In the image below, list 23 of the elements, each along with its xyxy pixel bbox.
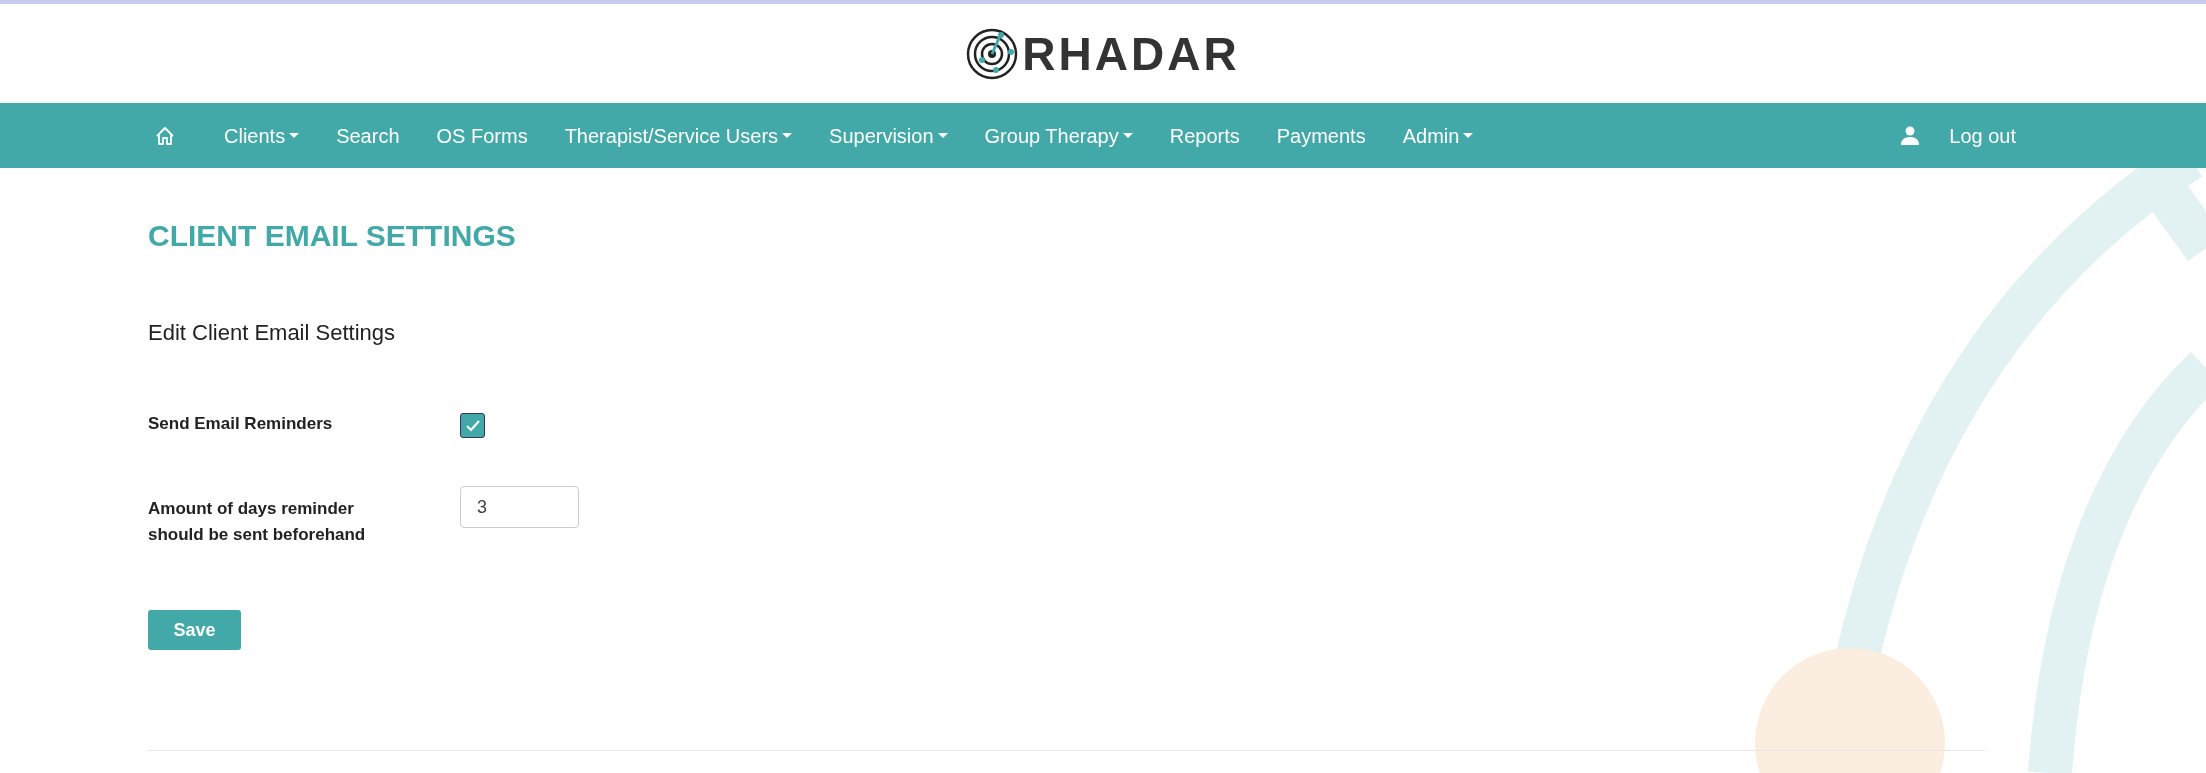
page-title: CLIENT EMAIL SETTINGS — [148, 218, 517, 254]
logo-text: RHADAR — [1022, 30, 1240, 77]
section-subtitle: Edit Client Email Settings — [148, 319, 396, 347]
field-label: Amount of days reminder should be sent beforehand — [148, 498, 367, 546]
days-input-field[interactable]: 3 — [460, 486, 579, 528]
nav-link[interactable]: Payments — [1276, 120, 1366, 151]
user-icon[interactable] — [1901, 126, 1920, 145]
check-icon — [464, 418, 481, 433]
nav-link[interactable]: OS Forms — [436, 120, 528, 151]
radar-logo-icon — [966, 27, 1019, 80]
nav-dropdown[interactable]: Therapist/Service Users — [564, 120, 793, 151]
logo[interactable]: RHADAR — [966, 27, 1240, 80]
nav-link[interactable]: Reports — [1169, 120, 1240, 151]
nav-dropdown[interactable]: Group Therapy — [984, 120, 1133, 151]
home-icon[interactable] — [155, 125, 175, 146]
checkbox[interactable] — [460, 413, 485, 438]
nav-dropdown[interactable]: Supervision — [829, 120, 948, 151]
nav-link[interactable]: Search — [336, 120, 400, 151]
field-label: Send Email Reminders — [148, 413, 334, 435]
nav-dropdown[interactable]: Clients — [224, 120, 300, 151]
nav-dropdown[interactable]: Admin — [1402, 120, 1474, 151]
save-button[interactable]: Save — [148, 610, 241, 650]
logout-link[interactable]: Log out — [1949, 120, 2016, 151]
